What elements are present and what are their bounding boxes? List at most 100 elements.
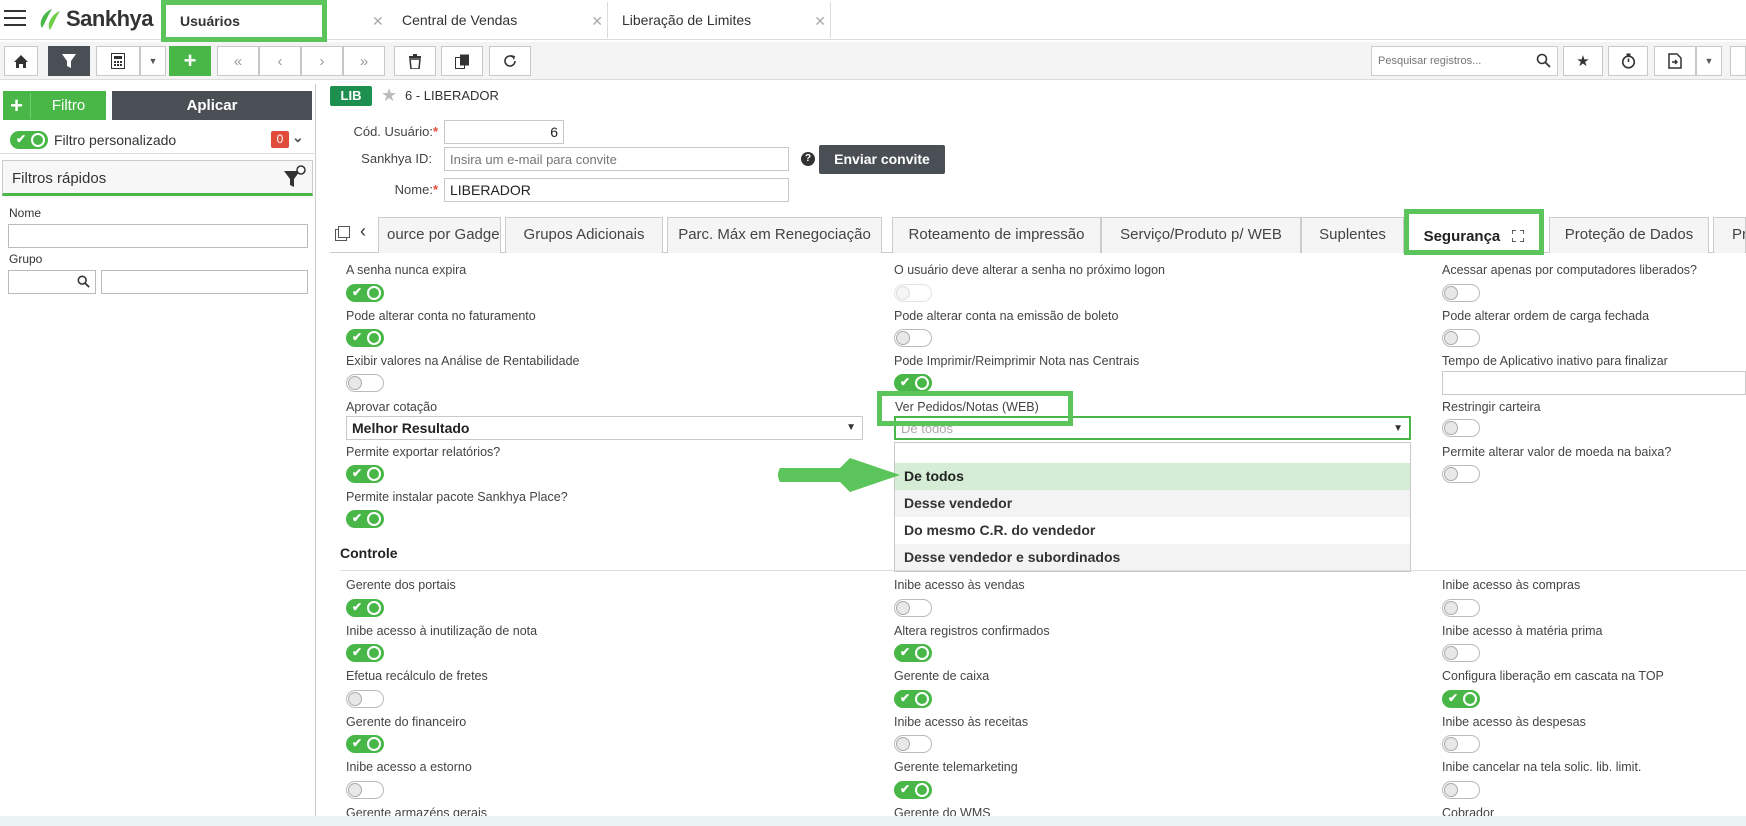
field-label: O usuário deve alterar a senha no próxim…	[894, 263, 1165, 277]
tab-seguranca[interactable]: Segurança	[1404, 209, 1544, 255]
option-mesmo-cr-vendedor[interactable]: Do mesmo C.R. do vendedor	[895, 517, 1410, 544]
gerente-caixa-toggle[interactable]: ✔	[894, 690, 932, 708]
search-field[interactable]	[1371, 46, 1558, 76]
instalar-sankhya-place-toggle[interactable]: ✔	[346, 510, 384, 528]
inibe-receitas-toggle[interactable]	[894, 735, 932, 753]
toolbar: ▼ + « ‹ › » ★ ▼	[0, 42, 1746, 80]
search-icon[interactable]	[77, 275, 90, 288]
inibe-estorno-toggle[interactable]	[346, 781, 384, 799]
inibe-compras-toggle[interactable]	[1442, 599, 1480, 617]
tab-liberacao-de-limites[interactable]: Liberação de Limites ✕	[608, 2, 831, 38]
aprovar-cotacao-select[interactable]: Melhor Resultado ▼	[346, 416, 863, 440]
tab-resource-por-gadget[interactable]: ource por Gadget	[378, 217, 501, 253]
field-label: Restringir carteira	[1442, 400, 1541, 414]
restringir-carteira-toggle[interactable]	[1442, 419, 1480, 437]
option-de-todos[interactable]: De todos	[895, 463, 1410, 490]
dropdown-caret-icon[interactable]: ▼	[140, 46, 166, 76]
chevron-down-icon[interactable]: ⌄	[292, 129, 304, 146]
liberacao-cascata-toggle[interactable]: ✔	[1442, 690, 1480, 708]
filter-settings-icon[interactable]	[284, 165, 306, 189]
gerente-portais-toggle[interactable]: ✔	[346, 599, 384, 617]
inibe-vendas-toggle[interactable]	[894, 599, 932, 617]
close-icon[interactable]: ✕	[814, 13, 826, 30]
option-vendedor-subordinados[interactable]: Desse vendedor e subordinados	[895, 544, 1410, 571]
nome-input[interactable]: LIBERADOR	[444, 178, 789, 202]
close-icon[interactable]: ✕	[372, 13, 384, 30]
enviar-convite-button[interactable]: Enviar convite	[819, 145, 945, 174]
tab-grupos-adicionais[interactable]: Grupos Adicionais	[505, 217, 663, 253]
nome-filter-input[interactable]	[8, 224, 308, 248]
calculator-icon[interactable]	[96, 46, 140, 76]
filtro-personalizado-toggle[interactable]: ✔	[10, 131, 48, 149]
copy-icon[interactable]	[441, 46, 483, 76]
search-input[interactable]	[1372, 47, 1532, 75]
inibe-despesas-toggle[interactable]	[1442, 735, 1480, 753]
altera-registros-confirmados-toggle[interactable]: ✔	[894, 644, 932, 662]
field-label: Gerente dos portais	[346, 578, 456, 592]
field-label: Inibe acesso às receitas	[894, 715, 1029, 729]
filtro-button[interactable]: + Filtro	[3, 91, 106, 120]
tab-label: Liberação de Limites	[622, 12, 752, 28]
nome-filter-label: Nome	[9, 206, 42, 220]
star-icon[interactable]: ★	[1563, 46, 1603, 76]
tab-usuarios[interactable]: Usuários	[161, 0, 327, 42]
tab-protecao-dados[interactable]: Proteção de Dados	[1549, 217, 1709, 253]
export-icon[interactable]	[1654, 46, 1696, 76]
favorite-star-icon[interactable]: ★	[381, 85, 397, 106]
copy-icon[interactable]	[335, 226, 351, 242]
refresh-icon[interactable]	[489, 46, 531, 76]
grupo-code-input[interactable]	[8, 270, 96, 294]
tab-parc-max-renegociacao[interactable]: Parc. Máx em Renegociação	[667, 217, 882, 253]
cod-usuario-input[interactable]: 6	[444, 120, 564, 144]
gerente-financeiro-toggle[interactable]: ✔	[346, 735, 384, 753]
dropdown-caret-icon[interactable]: ▼	[1696, 46, 1722, 76]
expand-icon[interactable]	[1511, 229, 1526, 243]
tempo-inativo-input[interactable]	[1442, 371, 1746, 395]
ordem-carga-fechada-toggle[interactable]	[1442, 329, 1480, 347]
field-label: Inibe acesso à matéria prima	[1442, 624, 1603, 638]
aplicar-button[interactable]: Aplicar	[112, 91, 312, 120]
first-record-icon[interactable]: «	[217, 46, 259, 76]
close-icon[interactable]: ✕	[591, 13, 603, 30]
alterar-senha-proximo-logon-toggle[interactable]	[894, 284, 932, 302]
alterar-conta-boleto-toggle[interactable]	[894, 329, 932, 347]
chevron-left-icon[interactable]: ‹	[360, 221, 366, 242]
option-desse-vendedor[interactable]: Desse vendedor	[895, 490, 1410, 517]
gerente-telemarketing-toggle[interactable]: ✔	[894, 781, 932, 799]
exibir-valores-rentabilidade-toggle[interactable]	[346, 374, 384, 392]
last-record-icon[interactable]: »	[343, 46, 385, 76]
search-icon[interactable]	[1536, 53, 1551, 68]
trash-icon[interactable]	[394, 46, 436, 76]
more-icon[interactable]	[1730, 46, 1746, 76]
field-label: Altera registros confirmados	[894, 624, 1050, 638]
filter-icon[interactable]	[48, 46, 90, 76]
imprimir-nota-centrais-toggle[interactable]: ✔	[894, 374, 932, 392]
field-label: Gerente do financeiro	[346, 715, 467, 729]
previous-record-icon[interactable]: ‹	[259, 46, 301, 76]
exportar-relatorios-toggle[interactable]: ✔	[346, 465, 384, 483]
timer-icon[interactable]	[1608, 46, 1648, 76]
tab-roteamento-impressao[interactable]: Roteamento de impressão	[892, 217, 1101, 253]
grupo-name-input[interactable]	[101, 270, 308, 294]
recalculo-fretes-toggle[interactable]	[346, 690, 384, 708]
inibe-cancelar-solic-toggle[interactable]	[1442, 781, 1480, 799]
add-icon[interactable]: +	[169, 46, 211, 76]
tab-servico-produto-web[interactable]: Serviço/Produto p/ WEB	[1101, 217, 1301, 253]
inutilizacao-nota-toggle[interactable]: ✔	[346, 644, 384, 662]
sankhya-id-input[interactable]	[444, 147, 789, 171]
alterar-conta-faturamento-toggle[interactable]: ✔	[346, 329, 384, 347]
tab-suplentes[interactable]: Suplentes	[1301, 217, 1404, 253]
home-icon[interactable]	[4, 46, 38, 76]
field-label: Permite exportar relatórios?	[346, 445, 501, 459]
field-label: Gerente telemarketing	[894, 760, 1018, 774]
senha-nunca-expira-toggle[interactable]: ✔	[346, 284, 384, 302]
alterar-valor-moeda-toggle[interactable]	[1442, 465, 1480, 483]
help-icon[interactable]: ?	[801, 152, 815, 166]
next-record-icon[interactable]: ›	[301, 46, 343, 76]
filtro-label: Filtro	[51, 97, 86, 114]
tab-central-de-vendas[interactable]: Central de Vendas ✕	[388, 2, 608, 38]
tab-pro[interactable]: Pro	[1713, 217, 1746, 253]
menu-icon[interactable]	[4, 10, 26, 28]
computadores-liberados-toggle[interactable]	[1442, 284, 1480, 302]
inibe-materia-prima-toggle[interactable]	[1442, 644, 1480, 662]
